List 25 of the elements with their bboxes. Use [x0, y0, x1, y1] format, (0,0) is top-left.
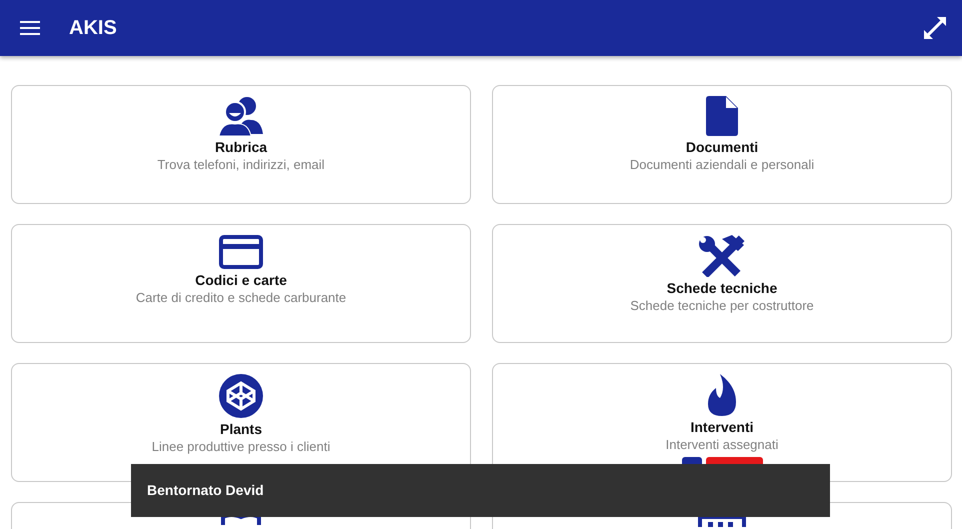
tile-subtitle: Interventi assegnati	[666, 436, 778, 453]
app-title: AKIS	[69, 16, 117, 41]
tile-title: Rubrica	[214, 138, 268, 156]
menu-tile[interactable]: Documenti Documenti aziendali e personali	[492, 85, 952, 204]
snackbar-message: Bentornato Devid	[147, 481, 264, 500]
menu-tile[interactable]: Rubrica Trova telefoni, indirizzi, email	[11, 85, 471, 204]
tile-title: Codici e carte	[195, 271, 287, 289]
tile-title: Schede tecniche	[666, 279, 778, 297]
tile-subtitle: Schede tecniche per costruttore	[630, 297, 814, 314]
menu-icon[interactable]	[20, 21, 40, 35]
tile-title: Documenti	[686, 138, 758, 156]
flame-icon	[706, 374, 738, 416]
tile-subtitle: Documenti aziendali e personali	[630, 156, 814, 173]
tile-title: Interventi	[690, 418, 754, 436]
tile-title: Plants	[220, 420, 262, 438]
menu-tile[interactable]: Codici e carte Carte di credito e schede carburante	[11, 224, 471, 343]
tile-subtitle: Trova telefoni, indirizzi, email	[157, 156, 325, 173]
menu-tile[interactable]: Schede tecniche Schede tecniche per costruttore	[492, 224, 952, 343]
people-icon	[219, 96, 263, 136]
cube-icon	[219, 374, 263, 418]
tile-subtitle: Carte di credito e schede carburante	[136, 289, 346, 306]
wrench-hammer-icon	[698, 235, 746, 277]
document-icon	[706, 96, 738, 136]
tile-subtitle: Linee produttive presso i clienti	[152, 438, 330, 455]
credit-card-icon	[219, 235, 263, 269]
